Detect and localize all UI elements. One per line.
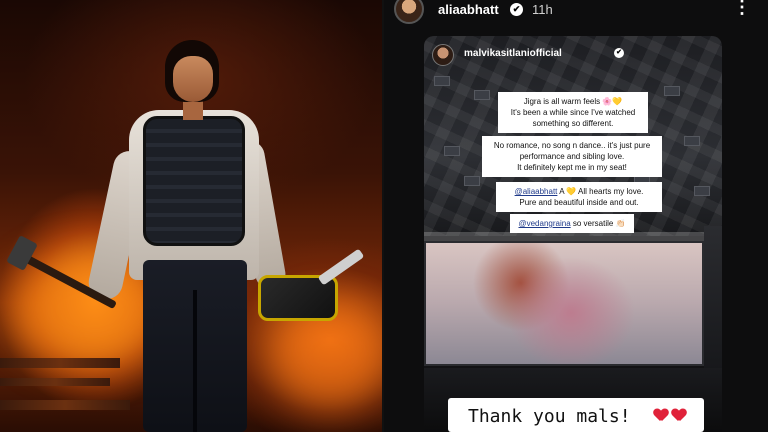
woman-figure (85, 30, 295, 432)
sticker-text: A 💛 All hearts my love. (557, 187, 644, 196)
theater-wall (704, 226, 722, 376)
caption-sticker: Thank you mals! (448, 398, 704, 432)
sticker-line: It definitely kept me in my seat! (517, 163, 627, 172)
text-sticker: Jigra is all warm feels 🌸💛 It's been a w… (498, 92, 648, 133)
text-sticker: @vedangraina so versatile 👏🏻 (510, 214, 634, 233)
pants (143, 260, 247, 432)
reposted-username[interactable]: malvikasitlaniofficial (464, 48, 562, 59)
caption-text: Thank you mals! (468, 406, 631, 427)
story-header: aliaabhatt ✔ 11h ⋮ (384, 0, 768, 24)
face (173, 56, 213, 102)
story-username[interactable]: aliaabhatt (438, 2, 499, 17)
tactical-vest (143, 116, 245, 246)
more-options-icon[interactable]: ⋮ (732, 0, 752, 20)
avatar[interactable] (394, 0, 424, 24)
sticker-line: Pure and beautiful inside and out. (519, 198, 639, 207)
sticker-line: something so different. (532, 119, 614, 128)
text-sticker: @aliaabhatt A 💛 All hearts my love. Pure… (496, 182, 662, 212)
verified-badge-icon: ✔ (510, 3, 523, 16)
cinema-screen (424, 241, 704, 366)
mention-link[interactable]: @vedangraina (518, 219, 570, 228)
sticker-text: so versatile 👏🏻 (570, 219, 626, 228)
sticker-line: Jigra is all warm feels 🌸💛 (523, 97, 623, 106)
sticker-line: It's been a while since I've watched (510, 108, 636, 117)
tool-blade (317, 248, 365, 286)
reposted-avatar[interactable] (432, 44, 454, 66)
verified-badge-icon: ✔ (614, 48, 624, 58)
reposted-story-card[interactable]: malvikasitlaniofficial ✔ Jigra is all wa… (424, 36, 722, 432)
sticker-line: @aliaabhatt A 💛 All hearts my love. (502, 186, 656, 197)
sticker-line: performance and sibling love. (519, 152, 625, 161)
text-sticker: No romance, no song n dance.. it's just … (482, 136, 662, 177)
movie-still-photo (0, 0, 382, 432)
heart-icon (654, 409, 668, 423)
instagram-story: aliaabhatt ✔ 11h ⋮ malvikasitlaniofficia… (384, 0, 768, 432)
mention-link[interactable]: @aliaabhatt (515, 187, 558, 196)
story-timestamp: 11h (532, 2, 553, 17)
beam (0, 378, 110, 386)
sticker-line: No romance, no song n dance.. it's just … (493, 141, 651, 150)
heart-icon (672, 409, 686, 423)
